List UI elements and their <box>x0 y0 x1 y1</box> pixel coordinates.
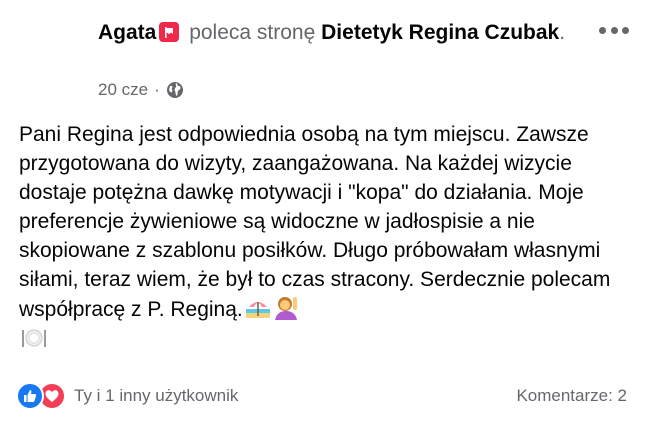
header-period: . <box>559 21 566 44</box>
globe-icon <box>166 82 183 98</box>
post-meta: 20 cze · <box>98 80 184 100</box>
reactions-text[interactable]: Ty i 1 inny użytkownik <box>74 386 238 406</box>
facebook-post: Agata poleca stronę Dietetyk Regina Czub… <box>0 0 645 422</box>
post-header: Agata poleca stronę Dietetyk Regina Czub… <box>98 18 568 47</box>
plate-cutlery-icon <box>21 327 47 349</box>
reactions-summary[interactable]: Ty i 1 inny użytkownik <box>16 382 238 410</box>
comments-count[interactable]: Komentarze: 2 <box>516 386 627 406</box>
post-text: Pani Regina jest odpowiednia osobą na ty… <box>19 123 611 321</box>
more-options-icon[interactable] <box>599 22 629 38</box>
beach-umbrella-icon <box>245 298 271 320</box>
post-body: Pani Regina jest odpowiednia osobą na ty… <box>19 120 629 353</box>
woman-raising-hand-icon <box>273 294 299 320</box>
meta-separator: · <box>154 80 160 99</box>
like-icon <box>16 382 44 410</box>
recommend-verb: poleca stronę <box>189 21 316 44</box>
author-name[interactable]: Agata <box>98 21 156 44</box>
post-timestamp[interactable]: 20 cze <box>98 80 148 100</box>
recommend-flag-icon <box>159 22 180 42</box>
page-name[interactable]: Dietetyk Regina Czubak <box>321 21 559 44</box>
